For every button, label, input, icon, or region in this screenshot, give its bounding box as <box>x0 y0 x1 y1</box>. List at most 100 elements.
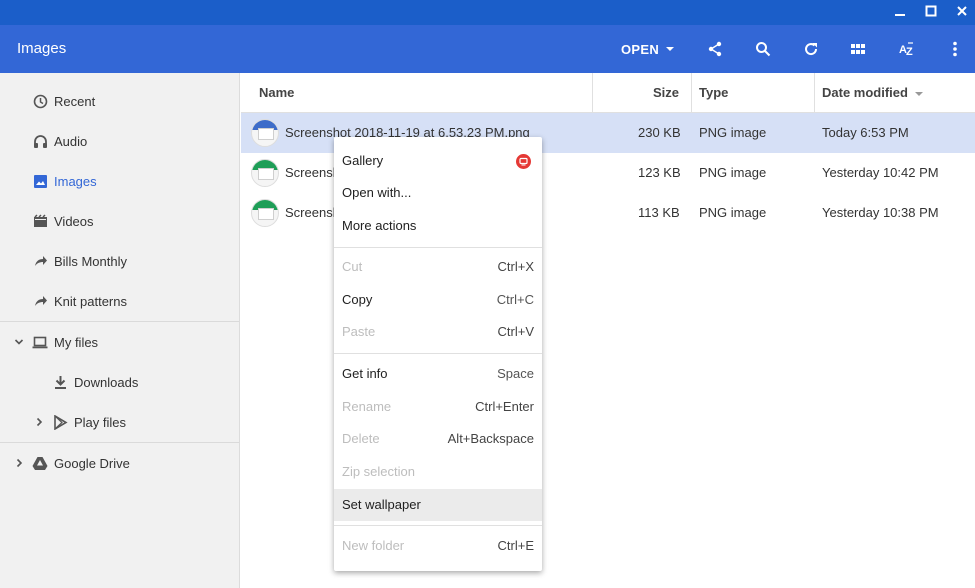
file-thumbnail <box>251 119 279 147</box>
app-header: Images OPEN A Z <box>0 25 975 73</box>
menu-item-gallery[interactable]: Gallery <box>334 145 542 177</box>
sort-desc-icon <box>914 91 923 96</box>
share-icon[interactable] <box>695 25 735 73</box>
minimize-icon[interactable] <box>885 0 915 22</box>
open-button[interactable]: OPEN <box>614 25 682 73</box>
column-header-type[interactable]: Type <box>699 73 728 113</box>
sidebar-item-my-files[interactable]: My files <box>0 322 239 362</box>
sidebar-item-images[interactable]: Images <box>0 161 239 201</box>
menu-item-label: More actions <box>342 218 417 233</box>
menu-item-label: Set wallpaper <box>342 497 421 512</box>
menu-item-more-actions[interactable]: More actions <box>334 210 542 242</box>
menu-item-shortcut: Space <box>497 366 534 381</box>
menu-item-open-with[interactable]: Open with... <box>334 177 542 209</box>
menu-item-shortcut: Ctrl+C <box>496 292 534 307</box>
column-header-row: Name Size Type Date modified <box>241 73 975 113</box>
grid-view-icon[interactable] <box>838 25 878 73</box>
sidebar-item-recent[interactable]: Recent <box>0 81 239 121</box>
menu-divider <box>334 353 542 354</box>
sidebar-item-label: Downloads <box>74 374 139 390</box>
file-type: PNG image <box>699 125 767 140</box>
menu-item-label: Get info <box>342 366 388 381</box>
menu-item-delete: Delete Alt+Backspace <box>334 423 542 455</box>
maximize-icon[interactable] <box>916 0 946 22</box>
sidebar-item-play-files[interactable]: Play files <box>0 402 239 442</box>
laptop-icon <box>32 334 48 350</box>
column-divider[interactable] <box>592 73 593 113</box>
menu-item-label: New folder <box>342 538 405 553</box>
sidebar-item-label: Knit patterns <box>54 293 127 309</box>
file-date: Yesterday 10:42 PM <box>822 165 939 180</box>
column-divider[interactable] <box>814 73 815 113</box>
image-icon <box>32 173 48 189</box>
sidebar-item-downloads[interactable]: Downloads <box>0 362 239 402</box>
menu-item-label: Copy <box>342 292 373 307</box>
menu-item-get-info[interactable]: Get info Space <box>334 358 542 390</box>
column-divider[interactable] <box>691 73 692 113</box>
menu-divider <box>334 525 542 526</box>
column-header-size[interactable]: Size <box>653 73 679 113</box>
sidebar-item-label: My files <box>54 334 99 350</box>
clapperboard-icon <box>32 213 48 229</box>
sort-az-icon[interactable]: A Z <box>887 25 927 73</box>
file-thumbnail <box>251 199 279 227</box>
menu-divider <box>334 247 542 248</box>
menu-item-rename: Rename Ctrl+Enter <box>334 391 542 423</box>
menu-item-shortcut: Ctrl+E <box>497 538 534 553</box>
search-icon[interactable] <box>743 25 783 73</box>
expand-chevron-icon[interactable] <box>13 336 25 348</box>
menu-item-set-wallpaper[interactable]: Set wallpaper <box>334 489 542 521</box>
file-size: 123 KB <box>638 165 681 180</box>
menu-item-label: Cut <box>342 259 363 274</box>
page-title: Images <box>17 40 67 57</box>
open-button-label: OPEN <box>620 41 660 57</box>
sidebar-item-label: Recent <box>54 93 96 109</box>
gallery-app-icon <box>516 154 531 169</box>
sidebar-item-knit-patterns[interactable]: Knit patterns <box>0 281 239 321</box>
menu-item-label: Zip selection <box>342 464 415 479</box>
file-name: Screensh <box>285 165 340 180</box>
headphones-icon <box>32 133 48 149</box>
sidebar-item-google-drive[interactable]: Google Drive <box>0 443 239 483</box>
file-name: Screensh <box>285 205 340 220</box>
sidebar-item-videos[interactable]: Videos <box>0 201 239 241</box>
menu-item-shortcut: Ctrl+X <box>497 259 534 274</box>
menu-item-label: Delete <box>342 431 380 446</box>
file-size: 113 KB <box>638 205 680 220</box>
sidebar-item-label: Play files <box>74 414 127 430</box>
sidebar-item-label: Google Drive <box>54 455 130 471</box>
more-vert-icon[interactable] <box>935 25 975 73</box>
sidebar: Recent Audio Images Videos Bills Monthly… <box>0 73 240 588</box>
download-icon <box>52 374 68 390</box>
menu-item-shortcut: Alt+Backspace <box>447 431 534 446</box>
svg-text:Z: Z <box>906 46 913 57</box>
file-size: 230 KB <box>638 125 681 140</box>
shortcut-arrow-icon <box>32 293 48 309</box>
sidebar-item-bills-monthly[interactable]: Bills Monthly <box>0 241 239 281</box>
clock-icon <box>32 93 48 109</box>
column-header-name[interactable]: Name <box>259 73 294 113</box>
column-header-date[interactable]: Date modified <box>822 73 924 113</box>
play-store-icon <box>52 414 68 430</box>
menu-item-paste: Paste Ctrl+V <box>334 316 542 348</box>
window-titlebar <box>0 0 975 25</box>
file-date: Today 6:53 PM <box>822 125 909 140</box>
file-type: PNG image <box>699 165 767 180</box>
refresh-icon[interactable] <box>791 25 831 73</box>
menu-item-cut: Cut Ctrl+X <box>334 251 542 283</box>
expand-chevron-icon[interactable] <box>13 457 25 469</box>
drive-icon <box>32 455 48 471</box>
menu-item-new-folder: New folder Ctrl+E <box>334 530 542 562</box>
menu-item-shortcut: Ctrl+V <box>497 324 534 339</box>
sidebar-item-label: Videos <box>54 213 94 229</box>
sidebar-item-label: Audio <box>54 133 88 149</box>
menu-item-zip-selection: Zip selection <box>334 456 542 488</box>
menu-item-label: Paste <box>342 324 376 339</box>
dropdown-arrow-icon <box>666 47 675 51</box>
sidebar-item-audio[interactable]: Audio <box>0 121 239 161</box>
menu-item-copy[interactable]: Copy Ctrl+C <box>334 284 542 316</box>
menu-item-label: Gallery <box>342 153 384 168</box>
close-icon[interactable] <box>947 0 975 22</box>
expand-chevron-icon[interactable] <box>33 416 45 428</box>
sidebar-item-label: Images <box>54 173 97 189</box>
